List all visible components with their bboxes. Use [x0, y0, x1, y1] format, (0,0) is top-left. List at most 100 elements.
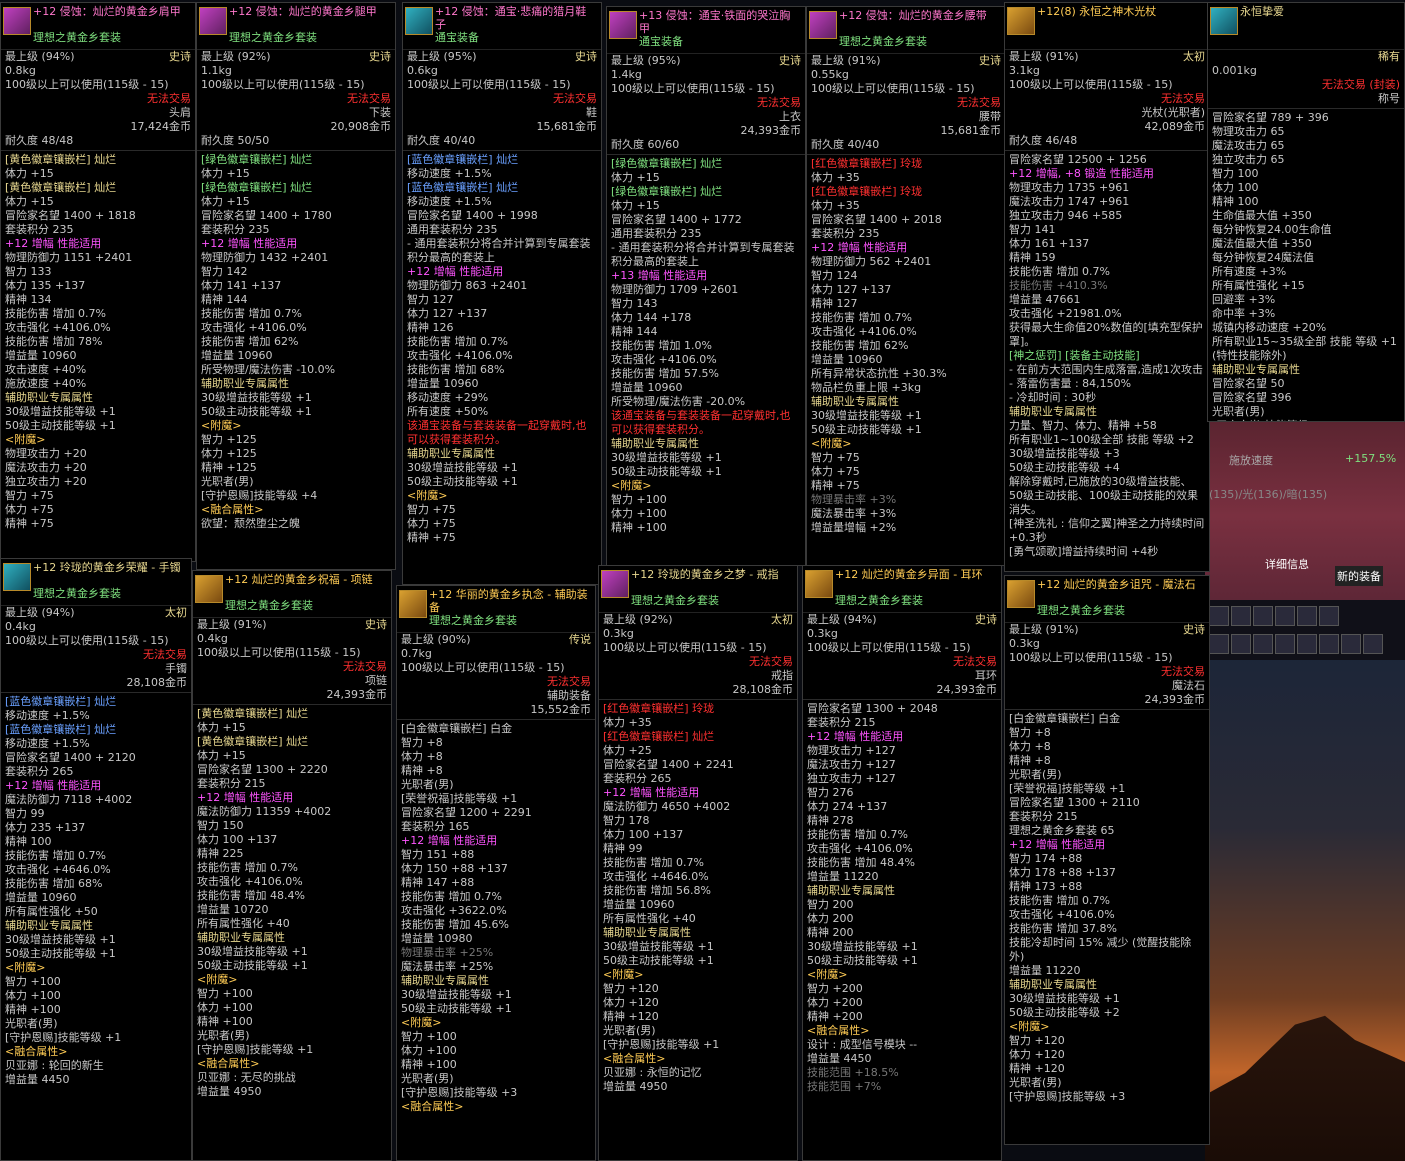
- stat-line: 增益量 4450: [1, 1073, 191, 1087]
- trade-row-right: 无法交易: [343, 660, 387, 673]
- stat-line: 物理攻击力 +127: [803, 744, 1001, 758]
- stat-line: 增益量增幅 +2%: [807, 521, 1005, 535]
- stat-line: 光职者(男): [1208, 405, 1404, 419]
- detail-info-button[interactable]: 详细信息: [1265, 556, 1309, 572]
- stat-text: +12 增幅 性能适用: [1009, 838, 1106, 851]
- stat-line: 该通宝装备与套装装备一起穿戴时,也可以获得套装积分。: [607, 409, 805, 437]
- price-row-right: 24,393金币: [326, 688, 388, 701]
- requirement-row: 100级以上可以使用(115级 - 15): [197, 78, 395, 92]
- durability-row-left: 耐久度 46/48: [1009, 134, 1078, 147]
- requirement-row: 100级以上可以使用(115级 - 15): [397, 661, 595, 675]
- stat-line: 攻击强化 +4106.0%: [193, 875, 391, 889]
- stat-text: 技能伤害 增加 56.8%: [603, 884, 711, 897]
- stat-line: 移动速度 +1.5%: [403, 195, 601, 209]
- skill-slot[interactable]: [1319, 634, 1339, 654]
- stat-line: - 通用套装积分将合并计算到专属套装积分最高的套装上: [607, 241, 805, 269]
- divider: [1208, 108, 1404, 109]
- divider: [1005, 709, 1209, 710]
- stat-text: 精神 +100: [197, 1015, 253, 1028]
- weight-row: 0.3kg: [803, 627, 1001, 641]
- skill-slot[interactable]: [1341, 634, 1361, 654]
- stat-line: 所有属性强化 +40: [599, 912, 797, 926]
- stat-line: 光职者(男): [1005, 768, 1209, 782]
- trade-row: 无法交易: [599, 655, 797, 669]
- stat-text: [蓝色徽章镶嵌栏] 灿烂: [407, 181, 519, 194]
- stat-line: 体力 +75: [807, 465, 1005, 479]
- stat-line: 50级主动技能等级 +1: [807, 423, 1005, 437]
- stat-text: 精神 100: [5, 835, 52, 848]
- stat-text: 技能伤害 +410.3%: [1009, 279, 1108, 292]
- stat-line: +12 增幅 性能适用: [1005, 838, 1209, 852]
- stat-text: +12 增幅 性能适用: [5, 779, 102, 792]
- stat-text: +12 增幅 性能适用: [201, 237, 298, 250]
- stat-text: 精神 +75: [5, 517, 54, 530]
- skill-slot[interactable]: [1253, 634, 1273, 654]
- durability-row-left: 耐久度 40/40: [811, 138, 880, 151]
- stat-line: 技能伤害 增加 0.7%: [403, 335, 601, 349]
- level-row-right: 稀有: [1378, 50, 1400, 63]
- stat-text: [红色徽章镶嵌栏] 玲珑: [811, 157, 923, 170]
- stat-text: 冒险家名望 1400 + 1998: [407, 209, 538, 222]
- stat-text: 移动速度 +1.5%: [407, 195, 492, 208]
- quick-slot[interactable]: [1231, 606, 1251, 626]
- stat-text: +12 增幅 性能适用: [197, 791, 294, 804]
- stat-text: 魔法攻击力 1747 +961: [1009, 195, 1130, 208]
- item-tooltip: +12 侵蚀：灿烂的黄金乡腰带 理想之黄金乡套装 最上级 (91%) 史诗 0.55kg…: [806, 6, 1006, 566]
- stat-text: [蓝色徽章镶嵌栏] 灿烂: [407, 153, 519, 166]
- stat-line: 命中率 +3%: [1208, 307, 1404, 321]
- stat-line: +12 增幅 性能适用: [599, 786, 797, 800]
- stat-line: 每分钟恢复24魔法值: [1208, 251, 1404, 265]
- skill-slot[interactable]: [1275, 634, 1295, 654]
- stat-line: 攻击强化 +4646.0%: [599, 870, 797, 884]
- quick-slot[interactable]: [1319, 606, 1339, 626]
- stat-line: 精神 +200: [803, 1010, 1001, 1024]
- requirement-text: 100级以上可以使用(115级 - 15): [5, 634, 169, 647]
- stat-line: 技能范围 +18.5%: [803, 1066, 1001, 1080]
- durability-row-left: 耐久度 60/60: [611, 138, 680, 151]
- level-row-right: 史诗: [575, 50, 597, 63]
- stat-line: 体力 235 +137: [1, 821, 191, 835]
- skill-slot[interactable]: [1297, 634, 1317, 654]
- stat-text: 智力 +100: [5, 975, 61, 988]
- mountain-silhouette: [1205, 1015, 1405, 1161]
- stat-line: [黄色徽章镶嵌栏] 灿烂: [1, 153, 195, 167]
- skill-slot[interactable]: [1363, 634, 1383, 654]
- quick-slot[interactable]: [1275, 606, 1295, 626]
- stat-line: 智力 +100: [397, 1030, 595, 1044]
- stat-line: 体力 +15: [1, 195, 195, 209]
- requirement-text: 100级以上可以使用(115级 - 15): [407, 78, 571, 91]
- item-icon: [3, 563, 31, 591]
- price-row: 24,393金币: [607, 124, 805, 138]
- slot-row: 魔法石: [1005, 679, 1209, 693]
- stat-line: 技能伤害 增加 57.5%: [607, 367, 805, 381]
- weight-row-left: 0.001kg: [1212, 64, 1257, 77]
- stat-text: 魔法防御力 7118 +4002: [5, 793, 133, 806]
- stat-line: 物理防御力 863 +2401: [403, 279, 601, 293]
- stat-text: 攻击强化 +4106.0%: [1009, 908, 1115, 921]
- stat-text: [守护恩赐]技能等级 +1: [5, 1031, 122, 1044]
- stat-text: 辅助职业专属属性: [5, 391, 93, 404]
- quick-slot[interactable]: [1253, 606, 1273, 626]
- level-row-right: 史诗: [979, 54, 1001, 67]
- stat-line: 体力 +120: [1005, 1048, 1209, 1062]
- stat-line: 技能伤害 增加 48.4%: [193, 889, 391, 903]
- trade-row: 无法交易 (封装): [1208, 78, 1404, 92]
- stat-text: 30级增益技能等级 +1: [811, 409, 922, 422]
- stat-line: 50级主动技能等级 +1: [1, 419, 195, 433]
- stat-line: 物理攻击力 1735 +961: [1005, 181, 1209, 195]
- weight-row: 3.1kg: [1005, 64, 1209, 78]
- stat-text: 技能伤害 增加 0.7%: [197, 861, 298, 874]
- stat-line: 精神 278: [803, 814, 1001, 828]
- skill-slot[interactable]: [1209, 634, 1229, 654]
- stat-text: 体力 +120: [603, 996, 659, 1009]
- price-row-right: 15,681金币: [940, 124, 1002, 137]
- stat-line: 增益量 10720: [193, 903, 391, 917]
- stat-text: 30级增益技能等级 +1: [603, 940, 714, 953]
- tooltip-header: 永恒挚爱: [1208, 3, 1404, 50]
- skill-slot[interactable]: [1231, 634, 1251, 654]
- quick-slot[interactable]: [1297, 606, 1317, 626]
- quick-slot[interactable]: [1209, 606, 1229, 626]
- stat-text: 体力 144 +178: [611, 311, 692, 324]
- stat-text: 体力 127 +137: [407, 307, 488, 320]
- stat-text: 所有速度 +3%: [1212, 265, 1287, 278]
